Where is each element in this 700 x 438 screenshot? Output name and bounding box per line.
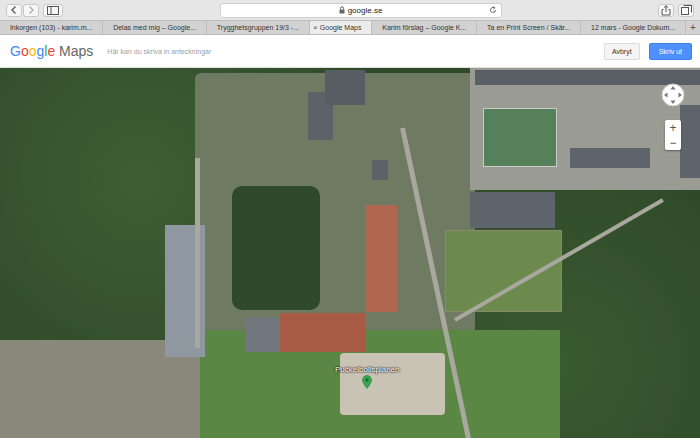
lock-icon xyxy=(339,6,345,14)
place-label: Puckelbollsplanen xyxy=(333,365,402,374)
map-compass[interactable] xyxy=(661,83,685,107)
map-feature xyxy=(680,105,700,178)
maps-print-header: Google Maps Här kan du skriva in anteckni… xyxy=(0,35,700,68)
browser-window: google.se Inkorgen (103) - karim.m... Dela… xyxy=(0,0,700,438)
tab-label: Delas med mig – Google... xyxy=(113,24,196,31)
tab-bar: Inkorgen (103) - karim.m... Delas med mig… xyxy=(0,20,700,35)
map-feature xyxy=(445,230,562,312)
tabs-icon xyxy=(681,5,692,15)
sidebar-icon xyxy=(47,6,59,15)
map-feature xyxy=(280,313,365,352)
tabs-button[interactable] xyxy=(678,4,694,17)
nav-buttons xyxy=(6,4,39,17)
map-feature xyxy=(470,192,555,228)
map-feature xyxy=(245,318,280,352)
pin-icon xyxy=(362,375,372,389)
browser-tab[interactable]: 12 mars - Google Dokum... xyxy=(581,21,686,34)
map-feature xyxy=(372,160,388,180)
tab-label: Trygghetsgruppen 19/3 -... xyxy=(217,24,299,31)
tab-close-button[interactable]: × xyxy=(313,23,318,32)
map-feature xyxy=(483,108,557,167)
back-button[interactable] xyxy=(6,4,22,17)
browser-tab[interactable]: Delas med mig – Google... xyxy=(103,21,207,34)
zoom-out-button[interactable]: − xyxy=(665,135,681,150)
google-maps-logo: Google Maps xyxy=(10,43,93,59)
browser-tab[interactable]: Karim förslag – Google K... xyxy=(372,21,477,34)
compass-icon xyxy=(661,83,685,107)
map-feature xyxy=(365,205,397,312)
map-feature xyxy=(475,70,700,85)
new-tab-button[interactable]: + xyxy=(686,21,700,34)
tab-label: Google Maps xyxy=(320,24,362,31)
map-feature xyxy=(570,148,650,168)
map-feature xyxy=(325,70,365,105)
zoom-in-button[interactable]: + xyxy=(665,120,681,135)
sidebar-button[interactable] xyxy=(43,4,63,17)
browser-tab[interactable]: ×Google Maps xyxy=(310,21,372,34)
forward-button[interactable] xyxy=(23,4,39,17)
satellite-map[interactable]: Puckelbollsplanen +− xyxy=(0,68,700,438)
map-feature xyxy=(195,158,200,348)
tab-label: Inkorgen (103) - karim.m... xyxy=(10,24,92,31)
back-icon xyxy=(10,5,18,15)
tab-label: Ta en Print Screen / Skär... xyxy=(487,24,570,31)
map-place-marker[interactable]: Puckelbollsplanen xyxy=(333,365,402,389)
map-feature xyxy=(340,353,445,415)
reload-icon[interactable] xyxy=(489,6,497,14)
map-feature xyxy=(232,186,320,310)
browser-tab[interactable]: Inkorgen (103) - karim.m... xyxy=(0,21,103,34)
browser-tab[interactable]: Trygghetsgruppen 19/3 -... xyxy=(207,21,310,34)
browser-tab[interactable]: Ta en Print Screen / Skär... xyxy=(477,21,581,34)
zoom-controls: +− xyxy=(665,120,681,150)
cancel-button[interactable]: Avbryt xyxy=(604,43,640,60)
forward-icon xyxy=(27,5,35,15)
share-icon xyxy=(661,5,671,16)
tab-label: 12 mars - Google Dokum... xyxy=(591,24,675,31)
toolbar: google.se xyxy=(0,0,700,20)
url-text: google.se xyxy=(348,6,383,15)
print-button[interactable]: Skriv ut xyxy=(649,43,692,60)
note-input[interactable]: Här kan du skriva in anteckningar xyxy=(107,48,590,55)
tab-label: Karim förslag – Google K... xyxy=(382,24,466,31)
share-button[interactable] xyxy=(658,4,674,17)
address-bar[interactable]: google.se xyxy=(220,3,502,18)
